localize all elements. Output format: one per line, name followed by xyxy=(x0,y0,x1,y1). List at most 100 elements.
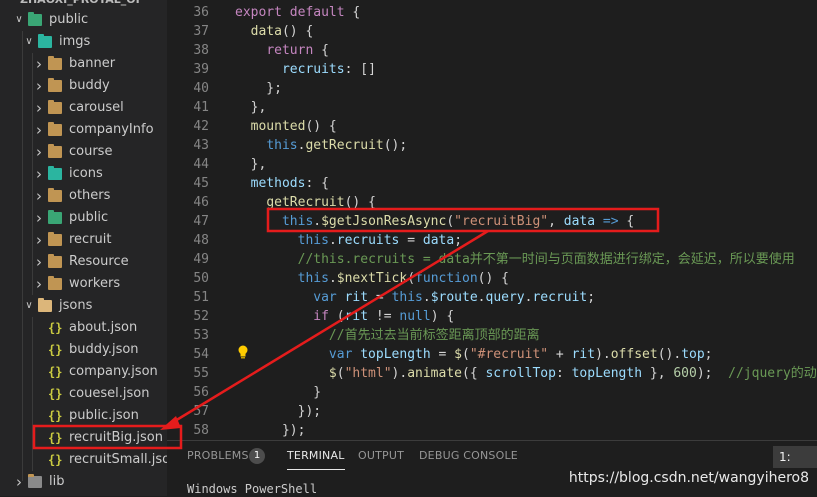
code-text: this.$getJsonResAsync("recruitBig", data… xyxy=(235,212,634,231)
code-line[interactable]: 52 if (rit != null) { xyxy=(167,307,817,326)
code-token: { xyxy=(344,5,361,20)
code-token: getRecruit xyxy=(266,195,345,210)
tree-folder-item[interactable]: › recruit xyxy=(0,229,167,251)
code-token: $ xyxy=(328,366,337,381)
tree-folder-item[interactable]: › carousel xyxy=(0,97,167,119)
code-line[interactable]: 49 //this.recruits = data并不第一时间与页面数据进行绑定… xyxy=(167,250,817,269)
code-token: data xyxy=(563,214,596,229)
code-line[interactable]: 45 methods: { xyxy=(167,174,817,193)
tree-folder-item[interactable]: › workers xyxy=(0,273,167,295)
indent-guide xyxy=(22,31,23,481)
tree-file-item[interactable]: {} company.json xyxy=(0,361,167,383)
tree-file-item[interactable]: {} about.json xyxy=(0,317,167,339)
code-line[interactable]: 38 return { xyxy=(167,41,817,60)
folder-icon xyxy=(48,122,62,136)
terminal-output[interactable]: Windows PowerShell xyxy=(187,482,317,496)
code-line[interactable]: 36 export default { xyxy=(167,3,817,22)
chevron-right-icon[interactable]: › xyxy=(34,163,44,185)
chevron-down-icon[interactable]: ∨ xyxy=(14,9,24,31)
code-line[interactable]: 40 }; xyxy=(167,79,817,98)
tree-folder-item[interactable]: ∨ imgs xyxy=(0,31,167,53)
chevron-right-icon[interactable]: › xyxy=(34,119,44,141)
tab-problems[interactable]: PROBLEMS xyxy=(187,449,249,462)
folder-icon xyxy=(48,144,62,158)
chevron-right-icon[interactable]: › xyxy=(34,251,44,273)
code-line[interactable]: 51 var rit = this.$route.query.recruit; xyxy=(167,288,817,307)
tree-folder-item[interactable]: › companyInfo xyxy=(0,119,167,141)
code-line[interactable]: 39 recruits: [] xyxy=(167,60,817,79)
code-editor[interactable]: 36 export default {37 data() {38 return {… xyxy=(167,0,817,440)
code-line[interactable]: 44 }, xyxy=(167,155,817,174)
line-number: 36 xyxy=(193,5,209,20)
line-number: 46 xyxy=(193,195,209,210)
code-line[interactable]: 43 this.getRecruit(); xyxy=(167,136,817,155)
code-line[interactable]: 50 this.$nextTick(function() { xyxy=(167,269,817,288)
tree-item-label: banner xyxy=(69,56,116,71)
code-line[interactable]: 55 $("html").animate({ scrollTop: topLen… xyxy=(167,364,817,383)
code-line[interactable]: 56 } xyxy=(167,383,817,402)
chevron-down-icon[interactable]: ∨ xyxy=(24,31,34,53)
tree-folder-item[interactable]: › lib xyxy=(0,471,167,493)
code-line[interactable]: 53 //首先过去当前标签距离顶部的距离 xyxy=(167,326,817,345)
code-token: }, xyxy=(235,157,267,172)
line-number: 44 xyxy=(193,157,209,172)
tree-folder-item[interactable]: ∨ public xyxy=(0,9,167,31)
tree-file-item[interactable]: {} couesel.json xyxy=(0,383,167,405)
folder-images-icon xyxy=(38,34,52,48)
chevron-right-icon[interactable]: › xyxy=(34,229,44,251)
folder-public-icon xyxy=(48,210,62,224)
tree-folder-item[interactable]: › public xyxy=(0,207,167,229)
chevron-right-icon[interactable]: › xyxy=(34,207,44,229)
chevron-right-icon[interactable]: › xyxy=(34,75,44,97)
tree-item-label: carousel xyxy=(69,100,124,115)
tree-folder-item[interactable]: › Resource xyxy=(0,251,167,273)
tree-folder-item[interactable]: › course xyxy=(0,141,167,163)
code-line[interactable]: 58 }); xyxy=(167,421,817,440)
problems-count-badge: 1 xyxy=(249,448,265,464)
tree-folder-item[interactable]: › others xyxy=(0,185,167,207)
code-line[interactable]: 57 }); xyxy=(167,402,817,421)
tree-file-item[interactable]: {} buddy.json xyxy=(0,339,167,361)
tree-folder-item[interactable]: › icons xyxy=(0,163,167,185)
tree-file-item[interactable]: {} recruitSmall.json xyxy=(0,449,167,471)
code-token: ); xyxy=(696,366,729,381)
tree-item-label: buddy.json xyxy=(69,342,139,357)
code-line[interactable]: 42 mounted() { xyxy=(167,117,817,136)
chevron-right-icon[interactable]: › xyxy=(34,273,44,295)
indent-guide xyxy=(32,317,33,471)
tab-debug-console[interactable]: DEBUG CONSOLE xyxy=(419,449,518,462)
chevron-right-icon[interactable]: › xyxy=(34,185,44,207)
tree-file-item[interactable]: {} recruitBig.json xyxy=(0,427,167,449)
tree-file-item[interactable]: {} public.json xyxy=(0,405,167,427)
code-line[interactable]: 47 this.$getJsonResAsync("recruitBig", d… xyxy=(167,212,817,231)
chevron-right-icon[interactable]: › xyxy=(34,141,44,163)
chevron-down-icon[interactable]: ∨ xyxy=(24,295,34,317)
chevron-right-icon[interactable]: › xyxy=(34,53,44,75)
line-number: 56 xyxy=(193,385,209,400)
code-line[interactable]: 54 var topLength = $("#recruit" + rit).o… xyxy=(167,345,817,364)
bottom-panel: PROBLEMS 1 TERMINAL OUTPUT DEBUG CONSOLE… xyxy=(167,440,817,497)
code-line[interactable]: 48 this.recruits = data; xyxy=(167,231,817,250)
tab-output[interactable]: OUTPUT xyxy=(358,449,404,462)
code-line[interactable]: 46 getRecruit() { xyxy=(167,193,817,212)
code-line[interactable]: 37 data() { xyxy=(167,22,817,41)
tree-folder-item[interactable]: ∨ jsons xyxy=(0,295,167,317)
chevron-right-icon[interactable]: › xyxy=(34,97,44,119)
code-token: $getJsonResAsync xyxy=(321,214,447,229)
tree-folder-item[interactable]: › buddy xyxy=(0,75,167,97)
code-token: this xyxy=(297,233,329,248)
terminal-select[interactable]: 1: pow xyxy=(773,446,817,468)
tab-terminal[interactable]: TERMINAL xyxy=(287,449,345,470)
tree-folder-item[interactable]: › banner xyxy=(0,53,167,75)
folder-icons-icon xyxy=(48,166,62,180)
code-token: this xyxy=(297,271,329,286)
explorer-sidebar: ZHAOXI_PROTAL_OF ∨public∨imgs›banner›bud… xyxy=(0,0,167,496)
code-text: return { xyxy=(235,41,329,60)
code-line[interactable]: 41 }, xyxy=(167,98,817,117)
lightbulb-icon[interactable] xyxy=(237,345,249,359)
